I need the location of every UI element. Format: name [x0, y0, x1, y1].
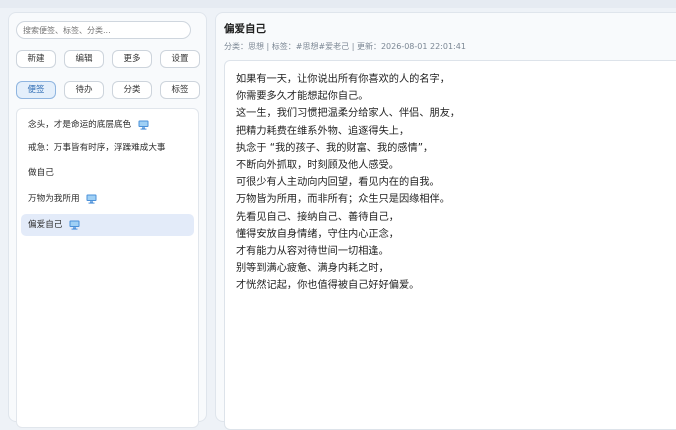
- list-item[interactable]: 偏爱自己: [21, 214, 194, 236]
- content-line: 这一生，我们习惯把温柔分给家人、伴侣、朋友，: [236, 108, 461, 120]
- content-line: 可很少有人主动向内回望，看见内在的自我。: [236, 177, 440, 189]
- computer-icon: [69, 220, 80, 230]
- list-item[interactable]: 戒急：万事皆有时序，浮躁难成大事: [21, 137, 194, 159]
- note-title: 做自己: [28, 168, 54, 178]
- note-content-editor[interactable]: 如果有一天，让你说出所有你喜欢的人的名字， 你需要多久才能想起你自己。 这一生，…: [224, 60, 676, 430]
- content-line: 万物皆为所用，而非所有；众生只是因缘相伴。: [236, 194, 450, 206]
- settings-button[interactable]: 设置: [160, 50, 200, 68]
- list-item[interactable]: 做自己: [21, 162, 194, 184]
- note-title: 偏爱自己: [28, 220, 63, 230]
- content-line: 你需要多久才能想起你自己。: [236, 91, 369, 103]
- tab-categories[interactable]: 分类: [112, 81, 152, 99]
- search-input[interactable]: [16, 21, 191, 39]
- content-line: 如果有一天，让你说出所有你喜欢的人的名字，: [236, 74, 450, 85]
- list-item[interactable]: 念头，才是命运的底层底色: [21, 114, 194, 136]
- window-top-strip: [0, 0, 676, 8]
- tab-notes[interactable]: 便签: [16, 81, 56, 99]
- note-list: 念头，才是命运的底层底色 戒急：万事皆有时序，浮躁难成大事 做自己 万物为我所用…: [16, 108, 199, 428]
- content-line: 不断向外抓取，时刻顾及他人感受。: [236, 160, 399, 172]
- content-line: 先看见自己、接纳自己、善待自己，: [236, 211, 399, 223]
- new-button[interactable]: 新建: [16, 50, 56, 68]
- tab-tags[interactable]: 标签: [160, 81, 200, 99]
- note-title: 戒急：万事皆有时序，浮躁难成大事: [28, 143, 166, 153]
- computer-icon: [138, 120, 149, 130]
- note-detail-panel: 偏爱自己 分类：思想 | 标签：#思想#爱老己 | 更新：2026-08-01 …: [215, 12, 676, 430]
- edit-button[interactable]: 编辑: [64, 50, 104, 68]
- note-meta: 分类：思想 | 标签：#思想#爱老己 | 更新：2026-08-01 22:01…: [224, 42, 466, 51]
- sidebar-panel: 新建 编辑 更多 设置 便签 待办 分类 标签 念头，才是命运的底层底色 戒急：…: [8, 12, 207, 428]
- note-title: 万物为我所用: [28, 194, 80, 204]
- content-line: 把精力耗费在维系外物、追逐得失上，: [236, 125, 410, 137]
- computer-icon: [86, 194, 97, 204]
- tab-todo[interactable]: 待办: [64, 81, 104, 99]
- note-title: 念头，才是命运的底层底色: [28, 120, 132, 130]
- note-title-heading: 偏爱自己: [224, 23, 266, 35]
- content-line: 别等到满心疲惫、满身内耗之时，: [236, 263, 389, 275]
- more-button[interactable]: 更多: [112, 50, 152, 68]
- content-line: 懂得安放自身情绪，守住内心正念，: [236, 228, 399, 240]
- list-item[interactable]: 万物为我所用: [21, 188, 194, 210]
- content-line: 才恍然记起，你也值得被自己好好偏爱。: [236, 280, 420, 292]
- content-line: 执念于 “我的孩子、我的财富、我的感情”，: [236, 142, 434, 154]
- content-line: 才有能力从容对待世间一切相逢。: [236, 246, 389, 258]
